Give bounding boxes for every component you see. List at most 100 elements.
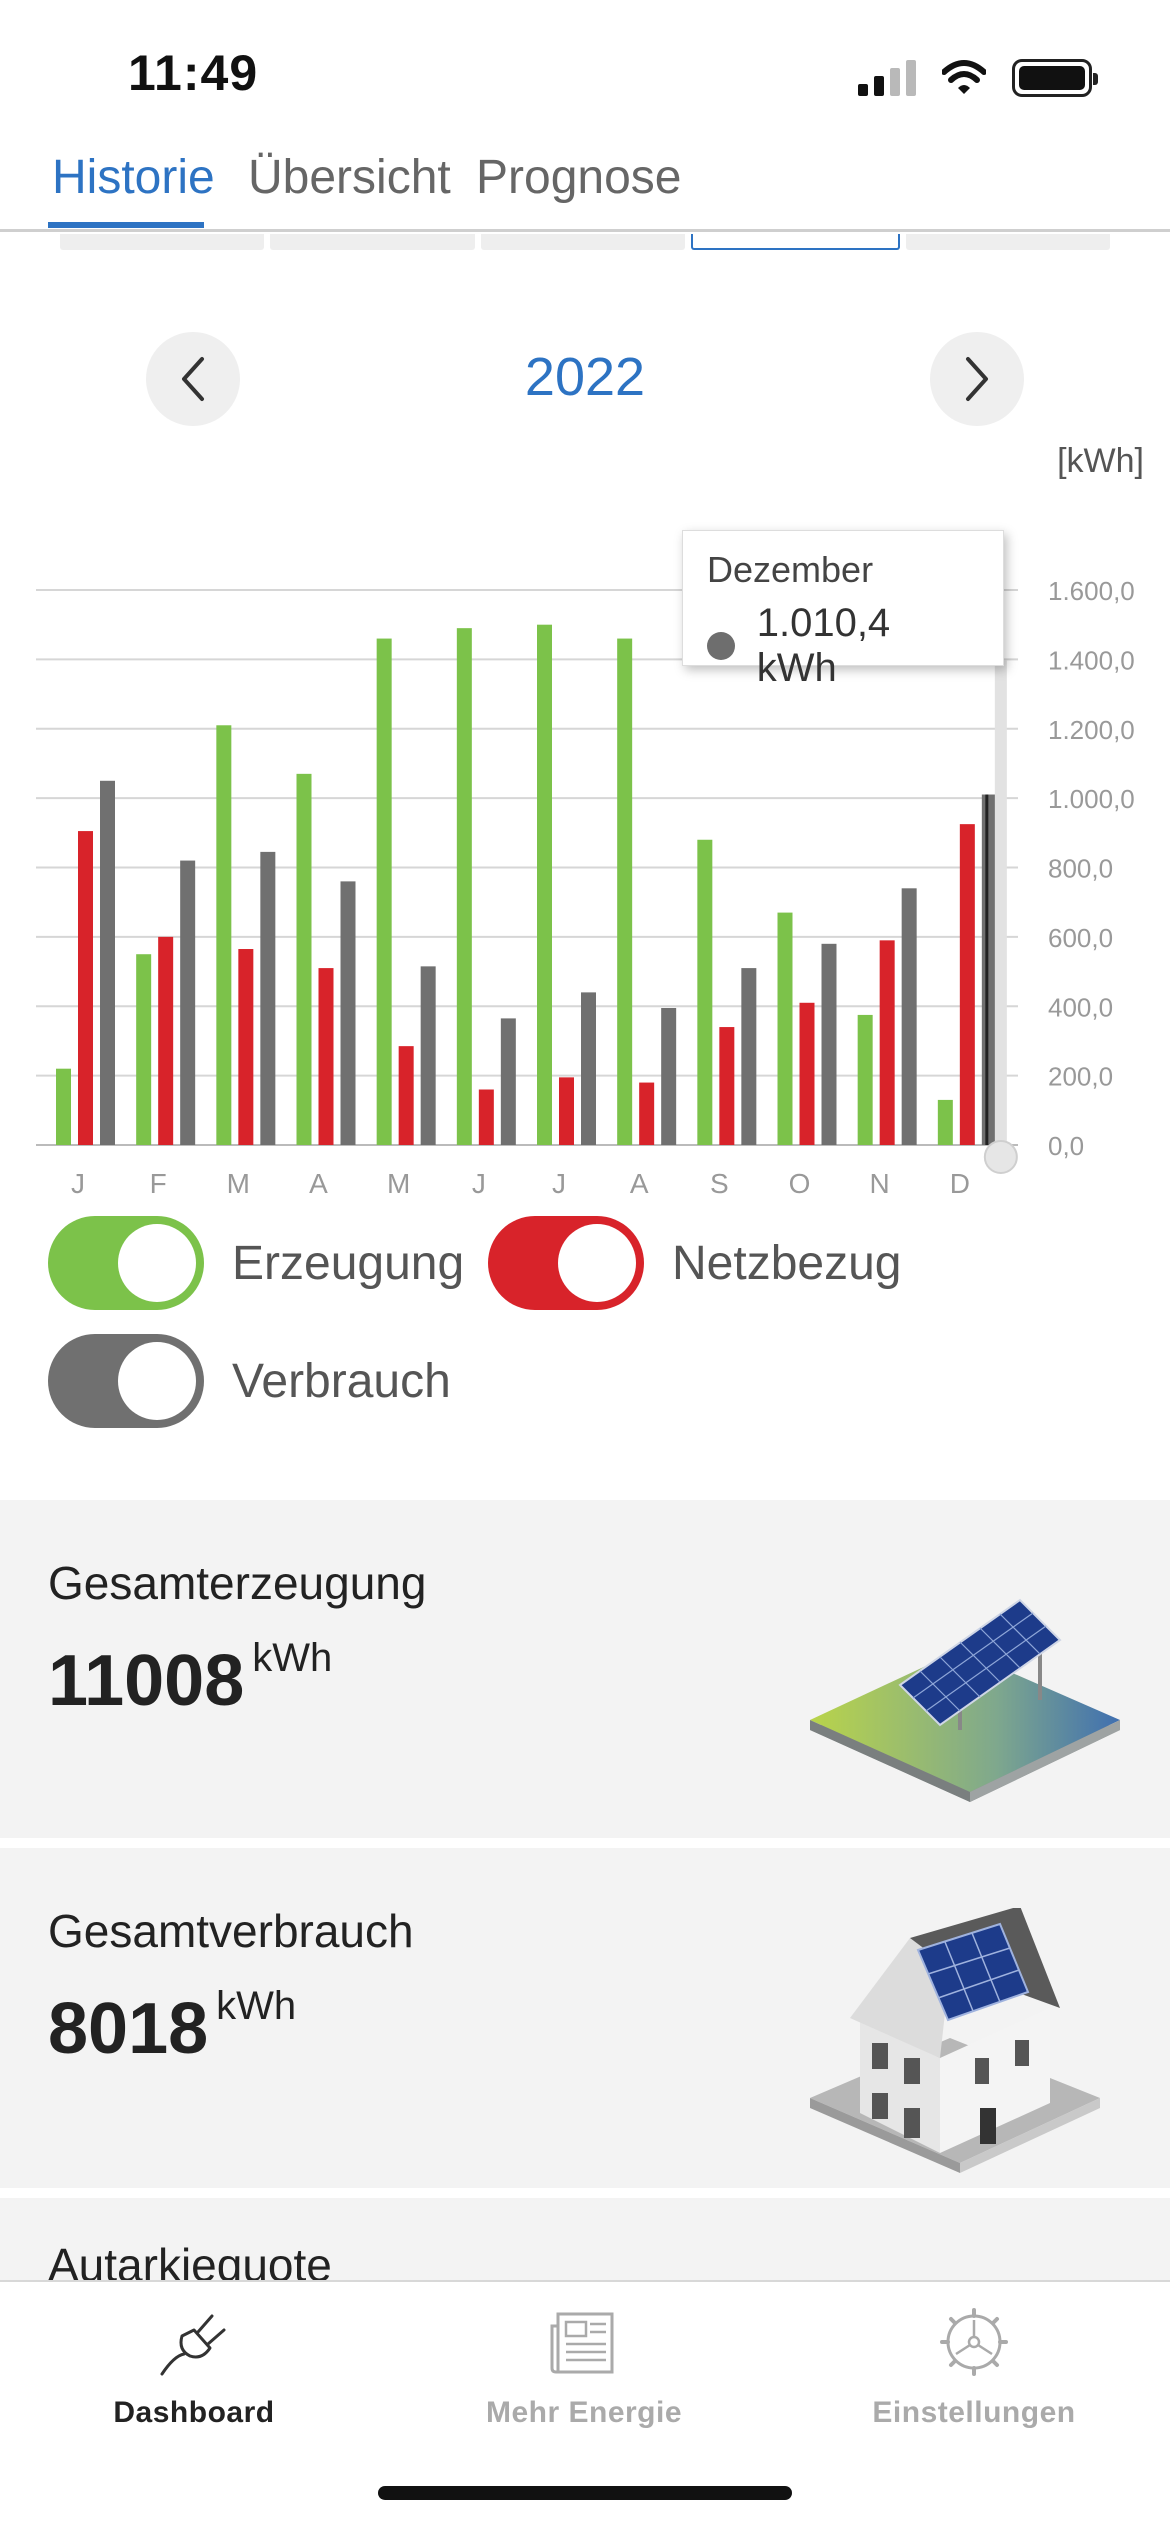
x-tick-label: D bbox=[950, 1168, 970, 1199]
chart-bar bbox=[799, 1002, 815, 1145]
segment-total[interactable] bbox=[905, 234, 1111, 250]
x-tick-label: A bbox=[309, 1168, 328, 1199]
x-tick-label: A bbox=[630, 1168, 649, 1199]
chart-bar bbox=[500, 1018, 516, 1145]
chart-bar bbox=[741, 968, 757, 1145]
chart-bar bbox=[959, 824, 975, 1145]
home-indicator[interactable] bbox=[378, 2486, 792, 2500]
chart-bar bbox=[559, 1077, 574, 1145]
previous-year-button[interactable] bbox=[146, 332, 240, 426]
chart-bar bbox=[697, 839, 713, 1145]
card-title: Gesamtverbrauch bbox=[48, 1905, 414, 1957]
toggle-netzbezug[interactable]: Netzbezug bbox=[488, 1216, 901, 1310]
segment-year[interactable] bbox=[691, 234, 900, 250]
tooltip-value: 1.010,4 kWh bbox=[756, 601, 891, 690]
card-value: 8018 kWh bbox=[48, 1984, 297, 2069]
chevron-left-icon bbox=[182, 357, 204, 401]
x-tick-label: J bbox=[71, 1168, 85, 1199]
nav-label-dashboard: Dashboard bbox=[113, 2396, 275, 2429]
chart-bar bbox=[879, 940, 895, 1145]
toggle-label-erzeugung: Erzeugung bbox=[232, 1236, 465, 1290]
tab-bar: Historie Übersicht Prognose bbox=[0, 140, 1170, 232]
chart-bar bbox=[719, 1027, 735, 1145]
switch-verbrauch[interactable] bbox=[48, 1334, 204, 1428]
switch-netzbezug[interactable] bbox=[488, 1216, 644, 1310]
chart-bar bbox=[456, 628, 472, 1145]
selection-handle bbox=[983, 1140, 1018, 1174]
x-tick-label: N bbox=[870, 1168, 890, 1199]
card-value: 11008 kWh bbox=[48, 1636, 333, 1721]
gear-icon bbox=[940, 2308, 1008, 2376]
chart-bar bbox=[821, 943, 837, 1145]
y-tick-label: 0,0 bbox=[1048, 1131, 1084, 1161]
nav-mehr-energie[interactable]: Mehr Energie bbox=[434, 2306, 734, 2430]
x-tick-label: F bbox=[150, 1168, 167, 1199]
chart-bar bbox=[376, 638, 392, 1145]
active-tab-indicator bbox=[48, 222, 204, 228]
y-tick-label: 1.400,0 bbox=[1048, 645, 1135, 675]
chart-bar bbox=[238, 949, 254, 1145]
period-segment-control bbox=[60, 234, 1111, 250]
chart-bar bbox=[340, 881, 356, 1145]
y-tick-label: 600,0 bbox=[1048, 923, 1113, 953]
cellular-signal-icon bbox=[858, 60, 916, 96]
nav-label-mehr-energie: Mehr Energie bbox=[485, 2396, 683, 2429]
chart-bar bbox=[180, 860, 196, 1145]
plug-icon bbox=[160, 2314, 226, 2376]
house-illustration bbox=[810, 1908, 1100, 2173]
x-tick-label: M bbox=[387, 1168, 410, 1199]
chart-bar bbox=[318, 968, 334, 1145]
segment-month[interactable] bbox=[480, 234, 686, 250]
nav-dashboard[interactable]: Dashboard bbox=[44, 2306, 344, 2430]
chart-tooltip: Dezember 1.010,4 kWh bbox=[682, 530, 1004, 690]
chart-bar bbox=[981, 794, 997, 1145]
x-tick-label: S bbox=[710, 1168, 729, 1199]
segment-day[interactable] bbox=[60, 234, 265, 250]
solar-panel-illustration bbox=[810, 1598, 1120, 1802]
tab-prognose[interactable]: Prognose bbox=[476, 150, 681, 205]
switch-erzeugung[interactable] bbox=[48, 1216, 204, 1310]
chart-bar bbox=[260, 851, 276, 1145]
chevron-right-icon bbox=[966, 357, 988, 401]
chart-bar bbox=[901, 888, 917, 1145]
nav-einstellungen[interactable]: Einstellungen bbox=[824, 2306, 1124, 2430]
chart-bar bbox=[777, 912, 793, 1145]
toggle-label-netzbezug: Netzbezug bbox=[672, 1236, 902, 1290]
y-tick-label: 1.000,0 bbox=[1048, 784, 1135, 814]
status-time: 11:49 bbox=[128, 45, 259, 101]
chart-bar bbox=[639, 1082, 655, 1145]
tooltip-series-dot bbox=[707, 632, 735, 660]
y-tick-label: 800,0 bbox=[1048, 854, 1113, 884]
chart-bar bbox=[216, 725, 232, 1145]
chart-bar bbox=[100, 780, 115, 1145]
chart-bar bbox=[420, 966, 436, 1145]
chart-bar bbox=[56, 1068, 71, 1145]
card-gesamterzeugung[interactable]: Gesamterzeugung 11008 kWh bbox=[0, 1500, 1170, 1838]
unit-label: [kWh] bbox=[1057, 442, 1144, 480]
segment-week[interactable] bbox=[270, 234, 475, 250]
newspaper-icon bbox=[550, 2312, 614, 2374]
x-tick-label: J bbox=[472, 1168, 486, 1199]
x-tick-label: J bbox=[552, 1168, 566, 1199]
card-gesamtverbrauch[interactable]: Gesamtverbrauch 8018 kWh bbox=[0, 1848, 1170, 2188]
chart-bar bbox=[937, 1099, 953, 1145]
selected-year: 2022 bbox=[524, 347, 646, 407]
app-screen: 11:49 Historie Übersicht Prognose 2022 [… bbox=[0, 0, 1170, 2532]
toggle-label-verbrauch: Verbrauch bbox=[232, 1354, 451, 1408]
chart-bar bbox=[661, 1007, 677, 1145]
chart-bar bbox=[478, 1089, 494, 1145]
wifi-icon bbox=[942, 60, 986, 94]
x-tick-label: O bbox=[789, 1168, 811, 1199]
tab-uebersicht[interactable]: Übersicht bbox=[248, 150, 451, 205]
next-year-button[interactable] bbox=[930, 332, 1024, 426]
toggle-erzeugung[interactable]: Erzeugung bbox=[48, 1216, 464, 1310]
toggle-verbrauch[interactable]: Verbrauch bbox=[48, 1334, 451, 1428]
tooltip-month: Dezember bbox=[707, 549, 874, 590]
y-tick-label: 200,0 bbox=[1048, 1062, 1113, 1092]
chart-bar bbox=[537, 624, 552, 1145]
chart-bar bbox=[398, 1046, 414, 1145]
status-icons bbox=[858, 56, 1098, 100]
x-tick-label: M bbox=[227, 1168, 250, 1199]
y-tick-label: 400,0 bbox=[1048, 992, 1113, 1022]
tab-historie[interactable]: Historie bbox=[52, 150, 215, 205]
